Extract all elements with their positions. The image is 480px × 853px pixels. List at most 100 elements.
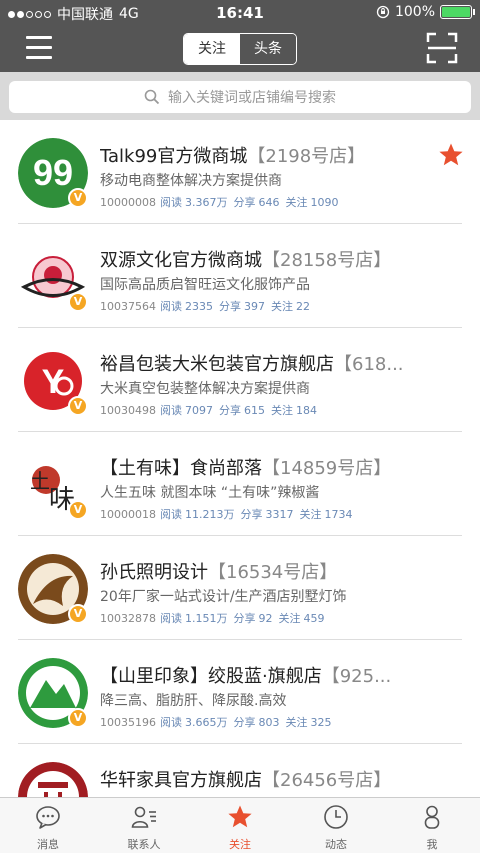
segment-follow[interactable]: 关注 (184, 34, 240, 64)
store-id: 10000018 (100, 508, 156, 521)
store-description: 人生五味 就图本味 “土有味”辣椒酱 (100, 485, 320, 501)
share-label: 分享 (233, 196, 256, 209)
tab-contacts[interactable]: 联系人 (96, 798, 192, 853)
share-count: 646 (258, 196, 280, 209)
store-description: 降三高、脂肪肝、降尿酸.高效 (100, 693, 287, 709)
share-label: 分享 (240, 508, 263, 521)
search-input[interactable]: 输入关键词或店铺编号搜索 (9, 81, 471, 113)
share-count: 3317 (265, 508, 294, 521)
store-item[interactable]: V 孙氏照明设计【16534号店】 20年厂家一站式设计/生产酒店别墅灯饰 10032… (0, 536, 480, 640)
verified-badge-icon: V (68, 292, 88, 312)
tab-follow[interactable]: 关注 (192, 798, 288, 853)
store-name: 【山里印象】绞股蓝·旗舰店 (100, 666, 322, 687)
follow-label: 关注 (285, 196, 308, 209)
read-count: 11.213万 (185, 508, 235, 521)
verified-badge-icon: V (68, 604, 88, 624)
battery-fill (442, 7, 470, 17)
store-id: 10037564 (100, 300, 156, 313)
tab-bar: 消息 联系人 关注 动态 我 (0, 797, 480, 853)
favorite-star-icon[interactable] (438, 142, 464, 168)
store-id: 10030498 (100, 404, 156, 417)
search-bar: 输入关键词或店铺编号搜索 (0, 72, 480, 120)
store-title: 华轩家具官方旗舰店【26456号店】 (100, 766, 430, 792)
store-stats: 10035196 阅读 3.665万 分享 803 关注 325 (100, 714, 338, 730)
follow-count: 1734 (324, 508, 353, 521)
store-item[interactable]: V 双源文化官方微商城【28158号店】国际高品质启智旺运文化服饰产品 100375… (0, 224, 480, 328)
search-placeholder: 输入关键词或店铺编号搜索 (168, 90, 336, 106)
tab-activity[interactable]: 动态 (288, 798, 384, 853)
message-icon (36, 806, 60, 829)
read-label: 阅读 (160, 612, 182, 625)
status-bar: 中国联通 4G 16:41 100% (0, 0, 480, 26)
store-number: 【28158号店】 (262, 250, 392, 271)
follow-count: 459 (303, 612, 325, 625)
share-label: 分享 (219, 404, 241, 417)
nav-bar: 关注 头条 (0, 26, 480, 72)
store-title: 【土有味】食尚部落【14859号店】 (100, 454, 430, 480)
svg-text:Y: Y (42, 363, 65, 401)
tab-messages[interactable]: 消息 (0, 798, 96, 853)
store-description: 20年厂家一站式设计/生产酒店别墅灯饰 (100, 589, 347, 605)
store-item[interactable]: Y V 裕昌包装大米包装官方旗舰店【618... 大米真空包装整体解决方案提供商 100… (0, 328, 480, 432)
store-stats: 10030498 阅读 7097 分享 615 关注 184 (100, 402, 323, 418)
store-name: 裕昌包装大米包装官方旗舰店 (100, 354, 334, 375)
store-description: 国际高品质启智旺运文化服饰产品 (100, 277, 310, 293)
share-label: 分享 (233, 612, 256, 625)
tab-messages-label: 消息 (37, 838, 59, 851)
store-number: 【14859号店】 (262, 458, 392, 479)
store-logo (18, 762, 88, 797)
store-item[interactable]: V 【山里印象】绞股蓝·旗舰店【925... 降三高、脂肪肝、降尿酸.高效 10035… (0, 640, 480, 744)
follow-count: 1090 (310, 196, 339, 209)
read-count: 7097 (185, 404, 213, 417)
read-label: 阅读 (160, 300, 182, 313)
store-description: 移动电商整体解决方案提供商 (100, 173, 282, 189)
person-icon (424, 805, 440, 829)
follow-label: 关注 (278, 612, 301, 625)
store-number: 【925... (321, 666, 392, 687)
share-count: 615 (244, 404, 265, 417)
verified-badge-icon: V (68, 396, 88, 416)
verified-badge-icon: V (68, 708, 88, 728)
store-title: 孙氏照明设计【16534号店】 (100, 558, 430, 584)
store-id: 10032878 (100, 612, 156, 625)
follow-count: 184 (296, 404, 317, 417)
segment-headlines[interactable]: 头条 (240, 34, 296, 64)
store-number: 【2198号店】 (247, 146, 366, 167)
store-item[interactable]: 99 V Talk99官方微商城【2198号店】 移动电商整体解决方案提供商 10000… (0, 120, 480, 224)
store-stats: 10037564 阅读 2335 分享 397 关注 22 (100, 298, 316, 314)
store-number: 【16534号店】 (208, 562, 338, 583)
battery-icon (440, 5, 475, 19)
store-id: 10000008 (100, 196, 156, 209)
battery-percent: 100% (394, 4, 435, 20)
store-description: 大米真空包装整体解决方案提供商 (100, 381, 310, 397)
read-label: 阅读 (160, 716, 182, 729)
tab-contacts-label: 联系人 (127, 838, 161, 851)
store-number: 【618... (334, 354, 404, 375)
follow-count: 22 (296, 300, 310, 313)
store-title: 裕昌包装大米包装官方旗舰店【618... (100, 350, 430, 376)
store-title: 双源文化官方微商城【28158号店】 (100, 246, 430, 272)
store-name: 华轩家具官方旗舰店 (100, 770, 262, 791)
menu-button[interactable] (26, 36, 52, 60)
follow-label: 关注 (299, 508, 322, 521)
store-name: 【土有味】食尚部落 (100, 458, 262, 479)
follow-label: 关注 (271, 404, 293, 417)
star-icon (228, 805, 252, 828)
store-list: 99 V Talk99官方微商城【2198号店】 移动电商整体解决方案提供商 10000… (0, 120, 480, 797)
store-name: Talk99官方微商城 (100, 146, 248, 167)
store-name: 孙氏照明设计 (100, 562, 208, 583)
tab-activity-label: 动态 (325, 838, 347, 851)
store-item[interactable]: V华轩家具官方旗舰店【26456号店】 (0, 744, 480, 797)
contacts-icon (131, 806, 156, 828)
store-number: 【26456号店】 (262, 770, 392, 791)
read-count: 3.665万 (185, 716, 228, 729)
store-title: 【山里印象】绞股蓝·旗舰店【925... (100, 662, 430, 688)
read-label: 阅读 (160, 404, 182, 417)
store-item[interactable]: 土味 V 【土有味】食尚部落【14859号店】 人生五味 就图本味 “土有味”辣椒酱 1… (0, 432, 480, 536)
scan-icon[interactable] (426, 32, 458, 64)
share-label: 分享 (219, 300, 241, 313)
store-stats: 10000008 阅读 3.367万 分享 646 关注 1090 (100, 194, 345, 210)
tab-me[interactable]: 我 (384, 798, 480, 853)
store-name: 双源文化官方微商城 (100, 250, 262, 271)
read-count: 3.367万 (185, 196, 228, 209)
